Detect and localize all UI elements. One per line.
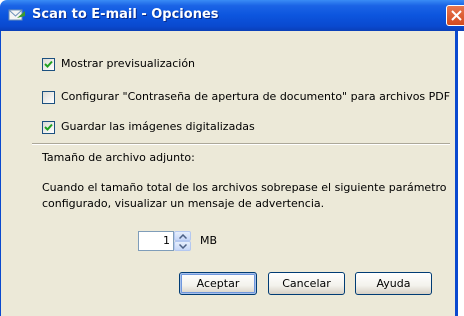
close-button[interactable] [446, 5, 464, 26]
attachment-description-line1: Cuando el tamaño total de los archivos s… [42, 181, 447, 194]
window-title: Scan to E-mail - Opciones [32, 7, 219, 22]
chevron-up-icon [179, 234, 187, 239]
window-edge [458, 31, 464, 316]
cancel-button[interactable]: Cancelar [268, 272, 345, 295]
spin-down-button[interactable] [174, 241, 191, 251]
close-icon [451, 10, 462, 21]
save-images-checkbox[interactable] [42, 121, 55, 134]
title-bar[interactable]: Scan to E-mail - Opciones [0, 0, 464, 31]
attachment-size-spinner[interactable] [174, 231, 191, 251]
scan-to-email-icon [8, 9, 25, 21]
show-preview-checkbox[interactable] [42, 58, 55, 71]
help-button[interactable]: Ayuda [355, 272, 432, 295]
ok-button[interactable]: Aceptar [179, 272, 257, 295]
chevron-down-icon [179, 244, 187, 249]
attachment-size-input[interactable]: 1 [138, 231, 174, 251]
size-unit-label: MB [200, 234, 218, 247]
attachment-description-line2: configurado, visualizar un mensaje de ad… [42, 197, 325, 210]
save-images-label: Guardar las imágenes digitalizadas [61, 120, 255, 133]
check-mark-icon [44, 60, 53, 68]
spin-up-button[interactable] [174, 231, 191, 241]
show-preview-label: Mostrar previsualización [61, 57, 196, 70]
options-dialog: Scan to E-mail - Opciones Mostrar previs… [0, 0, 464, 316]
attachment-size-heading: Tamaño de archivo adjunto: [42, 151, 195, 164]
check-mark-icon [44, 123, 53, 131]
separator [32, 143, 450, 145]
attachment-size-value: 1 [163, 234, 170, 247]
pdf-password-label: Configurar "Contraseña de apertura de do… [61, 90, 451, 103]
pdf-password-checkbox[interactable] [42, 91, 55, 104]
